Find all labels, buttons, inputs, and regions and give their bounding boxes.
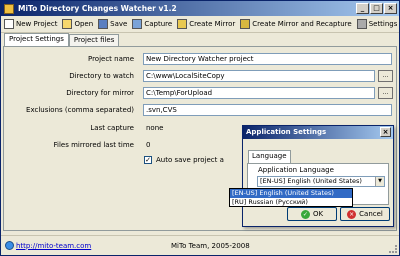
title-bar: MiTo Directory Changes Watcher v1.2 _ □ … xyxy=(1,1,399,16)
new-file-icon xyxy=(4,19,14,29)
dialog-title: Application Settings × xyxy=(243,126,393,139)
check-icon: ✓ xyxy=(300,209,310,219)
status-bar: http://mito-team.com MiTo Team, 2005-200… xyxy=(1,235,399,255)
browse-mirror-button[interactable]: ... xyxy=(378,87,393,99)
tab-strip: Project Settings Project files xyxy=(4,33,120,46)
last-capture-label: Last capture xyxy=(90,124,134,132)
globe-icon xyxy=(5,241,14,250)
window-title: MiTo Directory Changes Watcher v1.2 xyxy=(18,4,177,13)
disk-icon xyxy=(98,19,109,29)
credit-text: MiTo Team, 2005-2008 xyxy=(171,241,250,250)
exclusions-field[interactable]: .svn,CVS xyxy=(143,104,392,116)
files-mirrored-value: 0 xyxy=(146,141,151,149)
chevron-down-icon[interactable]: ▼ xyxy=(375,177,384,186)
settings-icon xyxy=(356,19,367,29)
settings-button[interactable]: Settings xyxy=(356,19,397,29)
project-name-label: Project name xyxy=(87,55,134,63)
save-button[interactable]: Save xyxy=(98,19,127,29)
website-link[interactable]: http://mito-team.com xyxy=(16,242,91,250)
language-select[interactable]: [EN-US] English (United States) ▼ xyxy=(257,176,385,187)
dialog-close-button[interactable]: × xyxy=(380,127,391,137)
mirror-dir-label: Directory for mirror xyxy=(66,89,134,97)
language-option[interactable]: [RU] Russian (Русский) xyxy=(230,198,352,207)
language-dropdown-list: [EN-US] English (United States) [RU] Rus… xyxy=(229,188,353,207)
tab-language[interactable]: Language xyxy=(248,150,291,163)
project-name-field[interactable]: New Directory Watcher project xyxy=(143,53,392,65)
create-mirror-recapture-button[interactable]: Create Mirror and Recapture xyxy=(240,19,352,29)
browse-watch-button[interactable]: ... xyxy=(378,70,393,82)
mirror-recapture-icon xyxy=(240,19,251,29)
minimize-button[interactable]: _ xyxy=(356,3,369,14)
tab-project-files[interactable]: Project files xyxy=(68,34,120,46)
watch-dir-label: Directory to watch xyxy=(69,72,134,80)
autosave-label: Auto save project a xyxy=(156,156,224,164)
language-option[interactable]: [EN-US] English (United States) xyxy=(230,189,352,198)
camera-icon xyxy=(132,19,143,29)
language-label: Application Language xyxy=(258,166,334,174)
open-button[interactable]: Open xyxy=(62,19,93,29)
new-project-button[interactable]: New Project xyxy=(4,19,57,29)
toolbar: New Project Open Save Capture Create Mir… xyxy=(1,16,399,33)
mirror-icon xyxy=(177,19,188,29)
capture-button[interactable]: Capture xyxy=(132,19,172,29)
files-mirrored-label: Files mirrored last time xyxy=(53,141,134,149)
close-button[interactable]: × xyxy=(384,3,397,14)
tab-project-settings[interactable]: Project Settings xyxy=(4,33,69,46)
autosave-checkbox[interactable]: ✓ xyxy=(144,156,152,164)
watch-dir-field[interactable]: C:\www\LocalSiteCopy xyxy=(143,70,375,82)
folder-icon xyxy=(62,19,73,29)
ok-button[interactable]: ✓ OK xyxy=(287,207,337,221)
cancel-icon: × xyxy=(347,209,357,219)
create-mirror-button[interactable]: Create Mirror xyxy=(177,19,235,29)
mirror-dir-field[interactable]: C:\Temp\ForUpload xyxy=(143,87,375,99)
maximize-button[interactable]: □ xyxy=(370,3,383,14)
cancel-button[interactable]: × Cancel xyxy=(340,207,390,221)
resize-grip[interactable] xyxy=(389,245,397,253)
app-icon xyxy=(4,3,14,14)
exclusions-label: Exclusions (comma separated) xyxy=(26,106,134,114)
last-capture-value: none xyxy=(146,124,164,132)
